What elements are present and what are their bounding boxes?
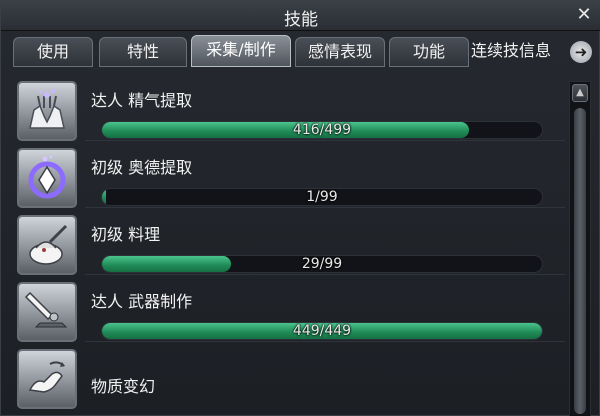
skill-name: 达人 武器制作 <box>91 292 193 311</box>
hands-sparkle-icon <box>17 81 77 141</box>
skill-progress-text: 1/99 <box>306 189 338 205</box>
skill-name: 初级 料理 <box>91 225 161 244</box>
skill-progress-bar: 1/99 <box>101 188 543 206</box>
row-divider <box>85 140 565 141</box>
skills-window: 技能 ✕ 使用 特性 采集/制作 感情表现 功能 连续技信息 ➜ 达人 精气提取… <box>0 0 600 416</box>
tab-use[interactable]: 使用 <box>13 37 93 67</box>
row-divider <box>85 274 565 275</box>
skill-name: 物质变幻 <box>91 377 156 396</box>
tab-functions[interactable]: 功能 <box>389 37 469 67</box>
scroll-track[interactable] <box>574 108 586 414</box>
cooking-pot-icon <box>17 215 77 275</box>
transmute-hand-icon <box>17 349 77 409</box>
row-divider <box>85 341 565 342</box>
tab-emotes[interactable]: 感情表现 <box>295 37 385 67</box>
scrollbar[interactable]: ▲ <box>569 81 591 416</box>
skill-list: 达人 精气提取 416/499 初级 奥德提取 1/99 初级 料理 29/99… <box>13 75 565 416</box>
skill-progress-text: 449/449 <box>292 323 352 339</box>
tab-gather-craft[interactable]: 采集/制作 <box>191 35 291 67</box>
window-title: 技能 <box>284 10 318 30</box>
skill-progress-bar: 416/499 <box>101 121 543 139</box>
skill-progress-bar: 449/449 <box>101 322 543 340</box>
row-divider <box>85 207 565 208</box>
title-bar[interactable]: 技能 ✕ <box>1 1 600 31</box>
tab-traits[interactable]: 特性 <box>99 37 187 67</box>
skill-name: 达人 精气提取 <box>91 91 193 110</box>
skill-name: 初级 奥德提取 <box>91 158 193 177</box>
skill-progress-bar: 29/99 <box>101 255 543 273</box>
skill-progress-text: 416/499 <box>292 122 352 138</box>
scroll-thumb[interactable] <box>574 108 586 414</box>
skill-row[interactable]: 达人 武器制作 449/449 <box>13 276 565 342</box>
skill-row[interactable]: 初级 奥德提取 1/99 <box>13 142 565 208</box>
skill-row[interactable]: 达人 精气提取 416/499 <box>13 75 565 141</box>
ring-crystal-icon <box>17 148 77 208</box>
close-icon[interactable]: ✕ <box>573 4 595 26</box>
weapon-craft-icon <box>17 282 77 342</box>
scroll-up-icon[interactable]: ▲ <box>572 84 588 102</box>
tab-combo-info[interactable]: 连续技信息 <box>471 37 551 67</box>
skill-row[interactable]: 初级 料理 29/99 <box>13 209 565 275</box>
skill-progress-text: 29/99 <box>301 256 343 272</box>
skill-row[interactable]: 物质变幻 <box>13 343 565 409</box>
tab-bar: 使用 特性 采集/制作 感情表现 功能 连续技信息 ➜ <box>1 33 600 69</box>
arrow-right-icon[interactable]: ➜ <box>570 41 592 63</box>
